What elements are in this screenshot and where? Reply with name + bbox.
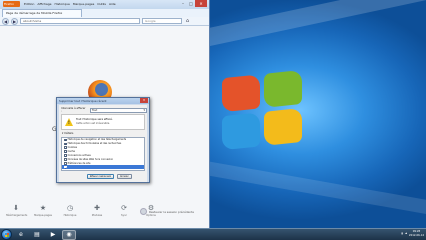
list-item-label: Cache bbox=[67, 150, 76, 154]
details-label: Détails bbox=[64, 132, 74, 135]
menu-item[interactable]: Aide bbox=[109, 1, 116, 7]
windows-logo-yellow bbox=[264, 107, 302, 146]
clear-now-button[interactable]: Effacer maintenant bbox=[87, 174, 114, 179]
dialog-body: Intervalle à effacer : Tout ! Tout l'his… bbox=[59, 105, 147, 182]
chevron-down-icon: ▾ bbox=[62, 132, 64, 135]
network-icon[interactable]: ▮ bbox=[401, 232, 402, 235]
warning-box: ! Tout l'historique sera effacé. Cette a… bbox=[61, 114, 145, 130]
menu-item[interactable]: Affichage bbox=[37, 1, 51, 7]
time-range-label: Intervalle à effacer : bbox=[61, 107, 86, 113]
windows-logo-green bbox=[264, 69, 302, 108]
list-item-label: Connexions actives bbox=[67, 154, 91, 157]
browser-tab[interactable]: Page de démarrage de Mozilla Firefox + bbox=[2, 9, 82, 17]
list-item-label: Historique des formulaires et des recher… bbox=[67, 142, 122, 146]
details-toggle[interactable]: ▾ Détails bbox=[62, 132, 73, 135]
cancel-button[interactable]: Annuler bbox=[116, 174, 132, 179]
forward-icon[interactable]: ▶ bbox=[11, 17, 18, 25]
warning-icon: ! bbox=[65, 118, 73, 126]
download-icon: ⬇ bbox=[13, 204, 19, 212]
firefox-icon[interactable]: ◉ bbox=[62, 229, 76, 240]
dialog-title-bar: Supprimer tout l'historique récent ✕ bbox=[57, 98, 149, 104]
checkbox[interactable] bbox=[64, 161, 67, 165]
clock-date: 2012-06-14 bbox=[408, 233, 424, 237]
start-button[interactable] bbox=[1, 229, 12, 240]
launcher-label: Historique bbox=[63, 214, 77, 217]
wallpaper-beam bbox=[198, 160, 426, 216]
windows-logo bbox=[222, 69, 304, 153]
search-input[interactable]: Google bbox=[142, 18, 182, 24]
launcher-bookmarks[interactable]: ★ Marque-pages bbox=[33, 204, 53, 217]
launcher-history[interactable]: ◷ Historique bbox=[60, 204, 80, 217]
menu-item[interactable]: Outils bbox=[97, 1, 106, 7]
menu-item[interactable]: Historique bbox=[54, 1, 69, 7]
windows-logo-blue bbox=[222, 112, 260, 151]
launcher-sync[interactable]: ⟳ Sync bbox=[114, 204, 134, 217]
restore-session-button[interactable]: Restaurer la session précédente bbox=[140, 208, 194, 215]
menu-item[interactable]: Marque-pages bbox=[73, 1, 94, 7]
history-items-list: Historique de navigation et des téléchar… bbox=[61, 137, 145, 171]
launcher-label: Modules bbox=[91, 214, 103, 217]
list-item-label: Historique de navigation et des téléchar… bbox=[67, 138, 127, 142]
url-bar[interactable]: about:home bbox=[20, 18, 140, 24]
taskbar: e ▤ ▶ ◉ ▮ ◄ 09:28 2012-06-14 bbox=[0, 228, 426, 240]
launcher-label: Sync bbox=[120, 214, 128, 217]
checkbox[interactable] bbox=[64, 142, 67, 146]
wallpaper-beam bbox=[198, 0, 426, 48]
checkbox[interactable] bbox=[64, 166, 67, 169]
checkbox[interactable] bbox=[64, 150, 67, 154]
title-bar: Firefox Edition Affichage Historique Mar… bbox=[0, 0, 209, 9]
windows-logo-red bbox=[222, 74, 260, 113]
history-icon: ◷ bbox=[66, 204, 74, 212]
dialog-title: Supprimer tout l'historique récent bbox=[59, 99, 107, 103]
list-item-selected[interactable] bbox=[62, 165, 144, 170]
close-icon[interactable]: ✕ bbox=[195, 0, 207, 7]
warning-title: Tout l'historique sera effacé. bbox=[76, 118, 113, 121]
checkbox[interactable] bbox=[64, 154, 67, 157]
launcher-label: Téléchargements bbox=[6, 214, 28, 217]
clear-history-dialog: Supprimer tout l'historique récent ✕ Int… bbox=[56, 97, 150, 183]
warning-subtitle: Cette action est irréversible. bbox=[76, 122, 110, 125]
ie-icon[interactable]: e bbox=[14, 230, 28, 240]
firefox-app-button[interactable]: Firefox bbox=[3, 1, 20, 7]
media-icon[interactable]: ▶ bbox=[46, 230, 60, 240]
dialog-close-icon[interactable]: ✕ bbox=[140, 98, 148, 103]
restore-label: Restaurer la session précédente bbox=[149, 209, 194, 214]
window-controls: – □ ✕ bbox=[179, 0, 207, 7]
checkbox[interactable] bbox=[64, 146, 67, 150]
clock[interactable]: 09:28 2012-06-14 bbox=[409, 230, 424, 237]
volume-icon[interactable]: ◄ bbox=[405, 232, 407, 235]
list-item-label: Données de sites Web hors connexion bbox=[67, 157, 114, 161]
sync-icon: ⟳ bbox=[121, 204, 127, 212]
time-range-select[interactable]: Tout bbox=[89, 107, 147, 113]
tab-title: Page de démarrage de Mozilla Firefox bbox=[6, 11, 63, 15]
menu-bar: Edition Affichage Historique Marque-page… bbox=[24, 1, 116, 7]
checkbox[interactable] bbox=[64, 138, 67, 142]
bookmark-icon: ★ bbox=[39, 204, 47, 212]
dialog-buttons: Effacer maintenant Annuler bbox=[87, 174, 132, 179]
list-item-label: Cookies bbox=[67, 146, 77, 150]
system-tray: ▮ ◄ 09:28 2012-06-14 bbox=[401, 230, 424, 237]
back-icon[interactable]: ◀ bbox=[2, 17, 9, 25]
maximize-icon[interactable]: □ bbox=[187, 0, 195, 7]
list-item-label: Préférences de site bbox=[67, 161, 91, 165]
launcher-addons[interactable]: ✚ Modules bbox=[87, 204, 107, 217]
explorer-icon[interactable]: ▤ bbox=[30, 230, 44, 240]
launcher-downloads[interactable]: ⬇ Téléchargements bbox=[6, 204, 28, 217]
minimize-icon[interactable]: – bbox=[179, 0, 187, 7]
restore-icon bbox=[140, 208, 147, 215]
addons-icon: ✚ bbox=[94, 204, 100, 212]
checkbox[interactable] bbox=[64, 158, 67, 161]
navigation-bar: ◀ ▶ about:home Google ⌂ bbox=[0, 17, 209, 26]
home-icon[interactable]: ⌂ bbox=[184, 18, 191, 25]
menu-item[interactable]: Edition bbox=[24, 1, 34, 7]
launcher-label: Marque-pages bbox=[34, 214, 52, 217]
time-range-row: Intervalle à effacer : Tout bbox=[61, 107, 147, 113]
